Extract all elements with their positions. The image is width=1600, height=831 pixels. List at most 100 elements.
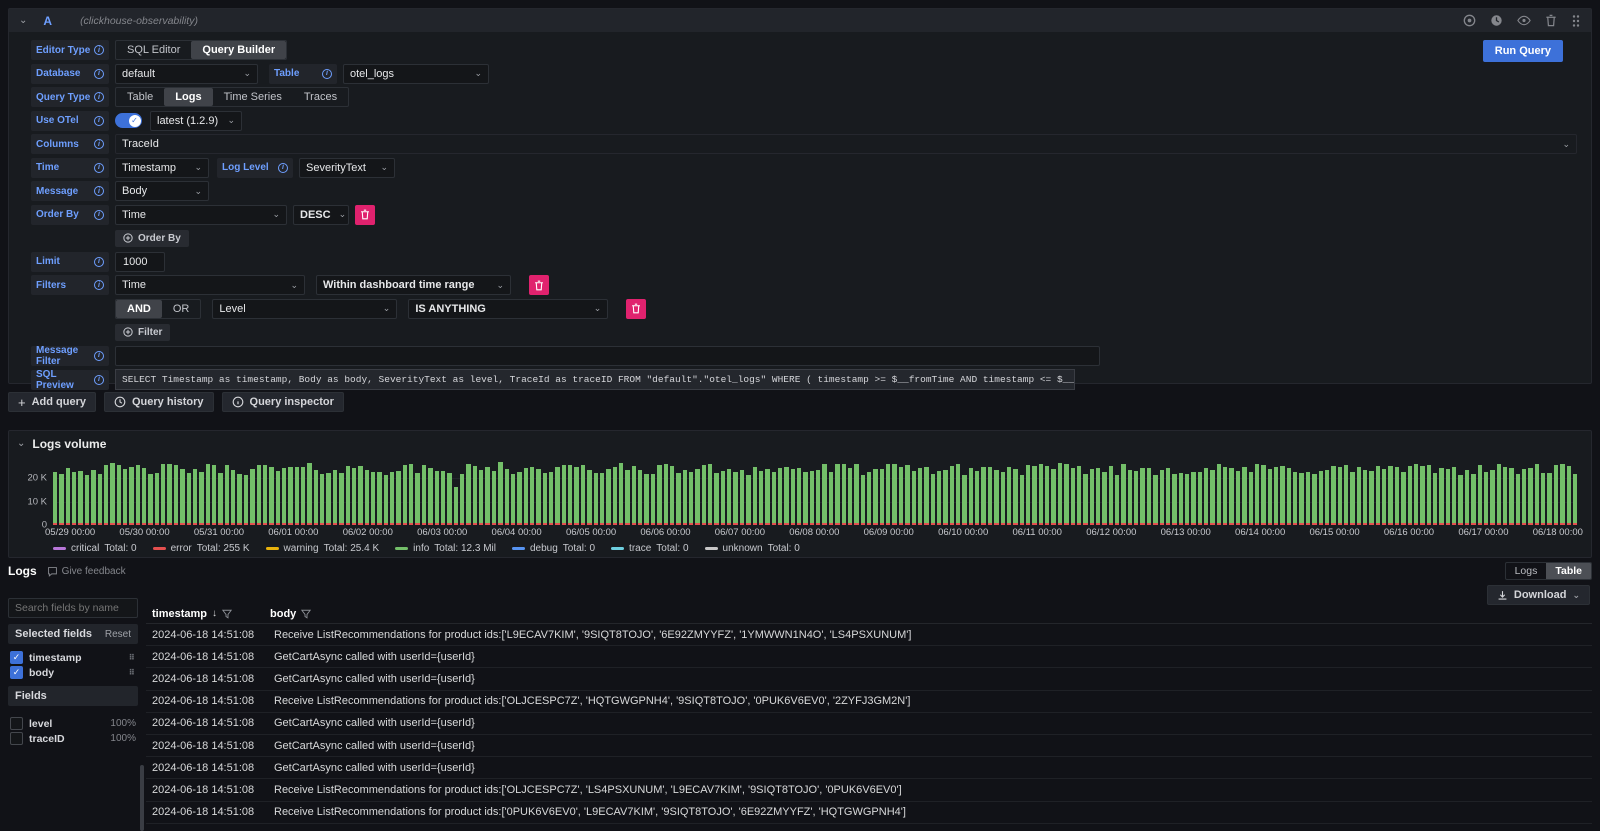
volume-bar[interactable] bbox=[950, 466, 954, 525]
sql-preview-text[interactable]: SELECT Timestamp as timestamp, Body as b… bbox=[115, 369, 1075, 390]
volume-bar[interactable] bbox=[549, 472, 553, 525]
volume-bar[interactable] bbox=[1560, 464, 1564, 525]
volume-bar[interactable] bbox=[1388, 466, 1392, 525]
volume-bar[interactable] bbox=[53, 472, 57, 525]
volume-bar[interactable] bbox=[695, 469, 699, 525]
table-row[interactable]: 2024-06-18 14:51:08GetCartAsync called w… bbox=[146, 713, 1592, 735]
volume-bar[interactable] bbox=[816, 470, 820, 525]
volume-bar[interactable] bbox=[778, 468, 782, 525]
volume-bar[interactable] bbox=[1312, 474, 1316, 525]
volume-bar[interactable] bbox=[161, 464, 165, 525]
volume-bar[interactable] bbox=[167, 464, 171, 525]
search-fields-input[interactable] bbox=[8, 598, 138, 618]
volume-bar[interactable] bbox=[803, 472, 807, 525]
editor-type-option-sql[interactable]: SQL Editor bbox=[116, 41, 191, 59]
volume-bar[interactable] bbox=[390, 472, 394, 525]
volume-bar[interactable] bbox=[1274, 467, 1278, 525]
volume-bar[interactable] bbox=[714, 473, 718, 525]
volume-bar[interactable] bbox=[129, 467, 133, 525]
volume-bar[interactable] bbox=[1319, 471, 1323, 525]
volume-bar[interactable] bbox=[784, 467, 788, 525]
volume-bar[interactable] bbox=[358, 466, 362, 525]
volume-bar[interactable] bbox=[1433, 473, 1437, 525]
volume-bar[interactable] bbox=[72, 472, 76, 525]
volume-bar[interactable] bbox=[740, 470, 744, 525]
volume-bar[interactable] bbox=[625, 470, 629, 525]
view-toggle-table[interactable]: Table bbox=[1546, 563, 1591, 579]
checkbox[interactable] bbox=[10, 717, 23, 730]
volume-bar[interactable] bbox=[530, 467, 534, 525]
volume-bar[interactable] bbox=[753, 467, 757, 525]
volume-bar[interactable] bbox=[1350, 472, 1354, 525]
volume-bar[interactable] bbox=[791, 469, 795, 525]
volume-bar[interactable] bbox=[981, 467, 985, 525]
volume-bar[interactable] bbox=[466, 464, 470, 525]
volume-bar[interactable] bbox=[1408, 466, 1412, 525]
drag-handle-icon[interactable]: ⠿ bbox=[129, 656, 136, 660]
volume-bar[interactable] bbox=[231, 470, 235, 525]
volume-bar[interactable] bbox=[594, 473, 598, 525]
message-filter-input[interactable] bbox=[115, 346, 1100, 366]
volume-bar[interactable] bbox=[447, 473, 451, 525]
volume-bar[interactable] bbox=[1516, 474, 1520, 525]
legend-item-info[interactable]: infoTotal: 12.3 Mil bbox=[395, 543, 496, 554]
legend-item-critical[interactable]: criticalTotal: 0 bbox=[53, 543, 137, 554]
volume-bar[interactable] bbox=[886, 464, 890, 525]
volume-bar[interactable] bbox=[651, 474, 655, 525]
volume-bar[interactable] bbox=[1166, 468, 1170, 525]
volume-bar[interactable] bbox=[415, 473, 419, 525]
volume-bar[interactable] bbox=[613, 467, 617, 525]
table-row[interactable]: 2024-06-18 14:51:08GetCartAsync called w… bbox=[146, 668, 1592, 690]
checkbox[interactable]: ✓ bbox=[10, 666, 23, 679]
volume-bar[interactable] bbox=[1395, 467, 1399, 525]
volume-bar[interactable] bbox=[1357, 467, 1361, 525]
volume-bar[interactable] bbox=[1179, 473, 1183, 525]
filter1-operator-select[interactable]: Within dashboard time range⌄ bbox=[316, 275, 511, 295]
volume-bar[interactable] bbox=[1554, 465, 1558, 525]
eye-icon[interactable] bbox=[1517, 14, 1531, 27]
give-feedback-link[interactable]: Give feedback bbox=[47, 566, 126, 577]
volume-bar[interactable] bbox=[1344, 465, 1348, 525]
remove-filter2-button[interactable] bbox=[626, 299, 646, 319]
volume-bar[interactable] bbox=[365, 470, 369, 525]
volume-bar[interactable] bbox=[905, 465, 909, 525]
volume-bar[interactable] bbox=[174, 465, 178, 525]
volume-bar[interactable] bbox=[1077, 466, 1081, 525]
volume-bar[interactable] bbox=[1414, 464, 1418, 525]
volume-bar[interactable] bbox=[1128, 470, 1132, 525]
volume-bar[interactable] bbox=[632, 466, 636, 525]
volume-bar[interactable] bbox=[1325, 470, 1329, 525]
volume-bar[interactable] bbox=[396, 471, 400, 525]
limit-input[interactable]: 1000 bbox=[115, 252, 165, 272]
volume-bar[interactable] bbox=[263, 465, 267, 525]
volume-bar[interactable] bbox=[912, 471, 916, 525]
add-order-by-button[interactable]: Order By bbox=[115, 230, 189, 247]
volume-bar[interactable] bbox=[670, 466, 674, 525]
volume-bar[interactable] bbox=[422, 465, 426, 525]
volume-bar[interactable] bbox=[587, 470, 591, 525]
volume-bar[interactable] bbox=[1045, 466, 1049, 525]
volume-bar[interactable] bbox=[689, 472, 693, 525]
volume-bar[interactable] bbox=[1338, 467, 1342, 525]
volume-bar[interactable] bbox=[288, 467, 292, 525]
filter-bool-or[interactable]: OR bbox=[162, 300, 201, 318]
volume-bar[interactable] bbox=[257, 465, 261, 525]
volume-bar[interactable] bbox=[962, 475, 966, 525]
volume-bar[interactable] bbox=[1064, 464, 1068, 525]
volume-bar[interactable] bbox=[988, 467, 992, 525]
volume-bar[interactable] bbox=[1001, 472, 1005, 525]
volume-bar[interactable] bbox=[326, 473, 330, 525]
volume-bar[interactable] bbox=[644, 474, 648, 525]
volume-bar[interactable] bbox=[1490, 470, 1494, 525]
volume-bar[interactable] bbox=[1058, 463, 1062, 525]
volume-bar[interactable] bbox=[867, 472, 871, 525]
volume-bar[interactable] bbox=[994, 470, 998, 525]
query-type-option-table[interactable]: Table bbox=[116, 88, 164, 106]
volume-bar[interactable] bbox=[498, 462, 502, 525]
database-select[interactable]: default⌄ bbox=[115, 64, 258, 84]
volume-bar[interactable] bbox=[1223, 467, 1227, 525]
volume-bar[interactable] bbox=[276, 471, 280, 525]
query-type-option-timeseries[interactable]: Time Series bbox=[213, 88, 293, 106]
table-row[interactable]: 2024-06-18 14:51:08GetCartAsync called w… bbox=[146, 735, 1592, 757]
volume-bar[interactable] bbox=[842, 464, 846, 525]
